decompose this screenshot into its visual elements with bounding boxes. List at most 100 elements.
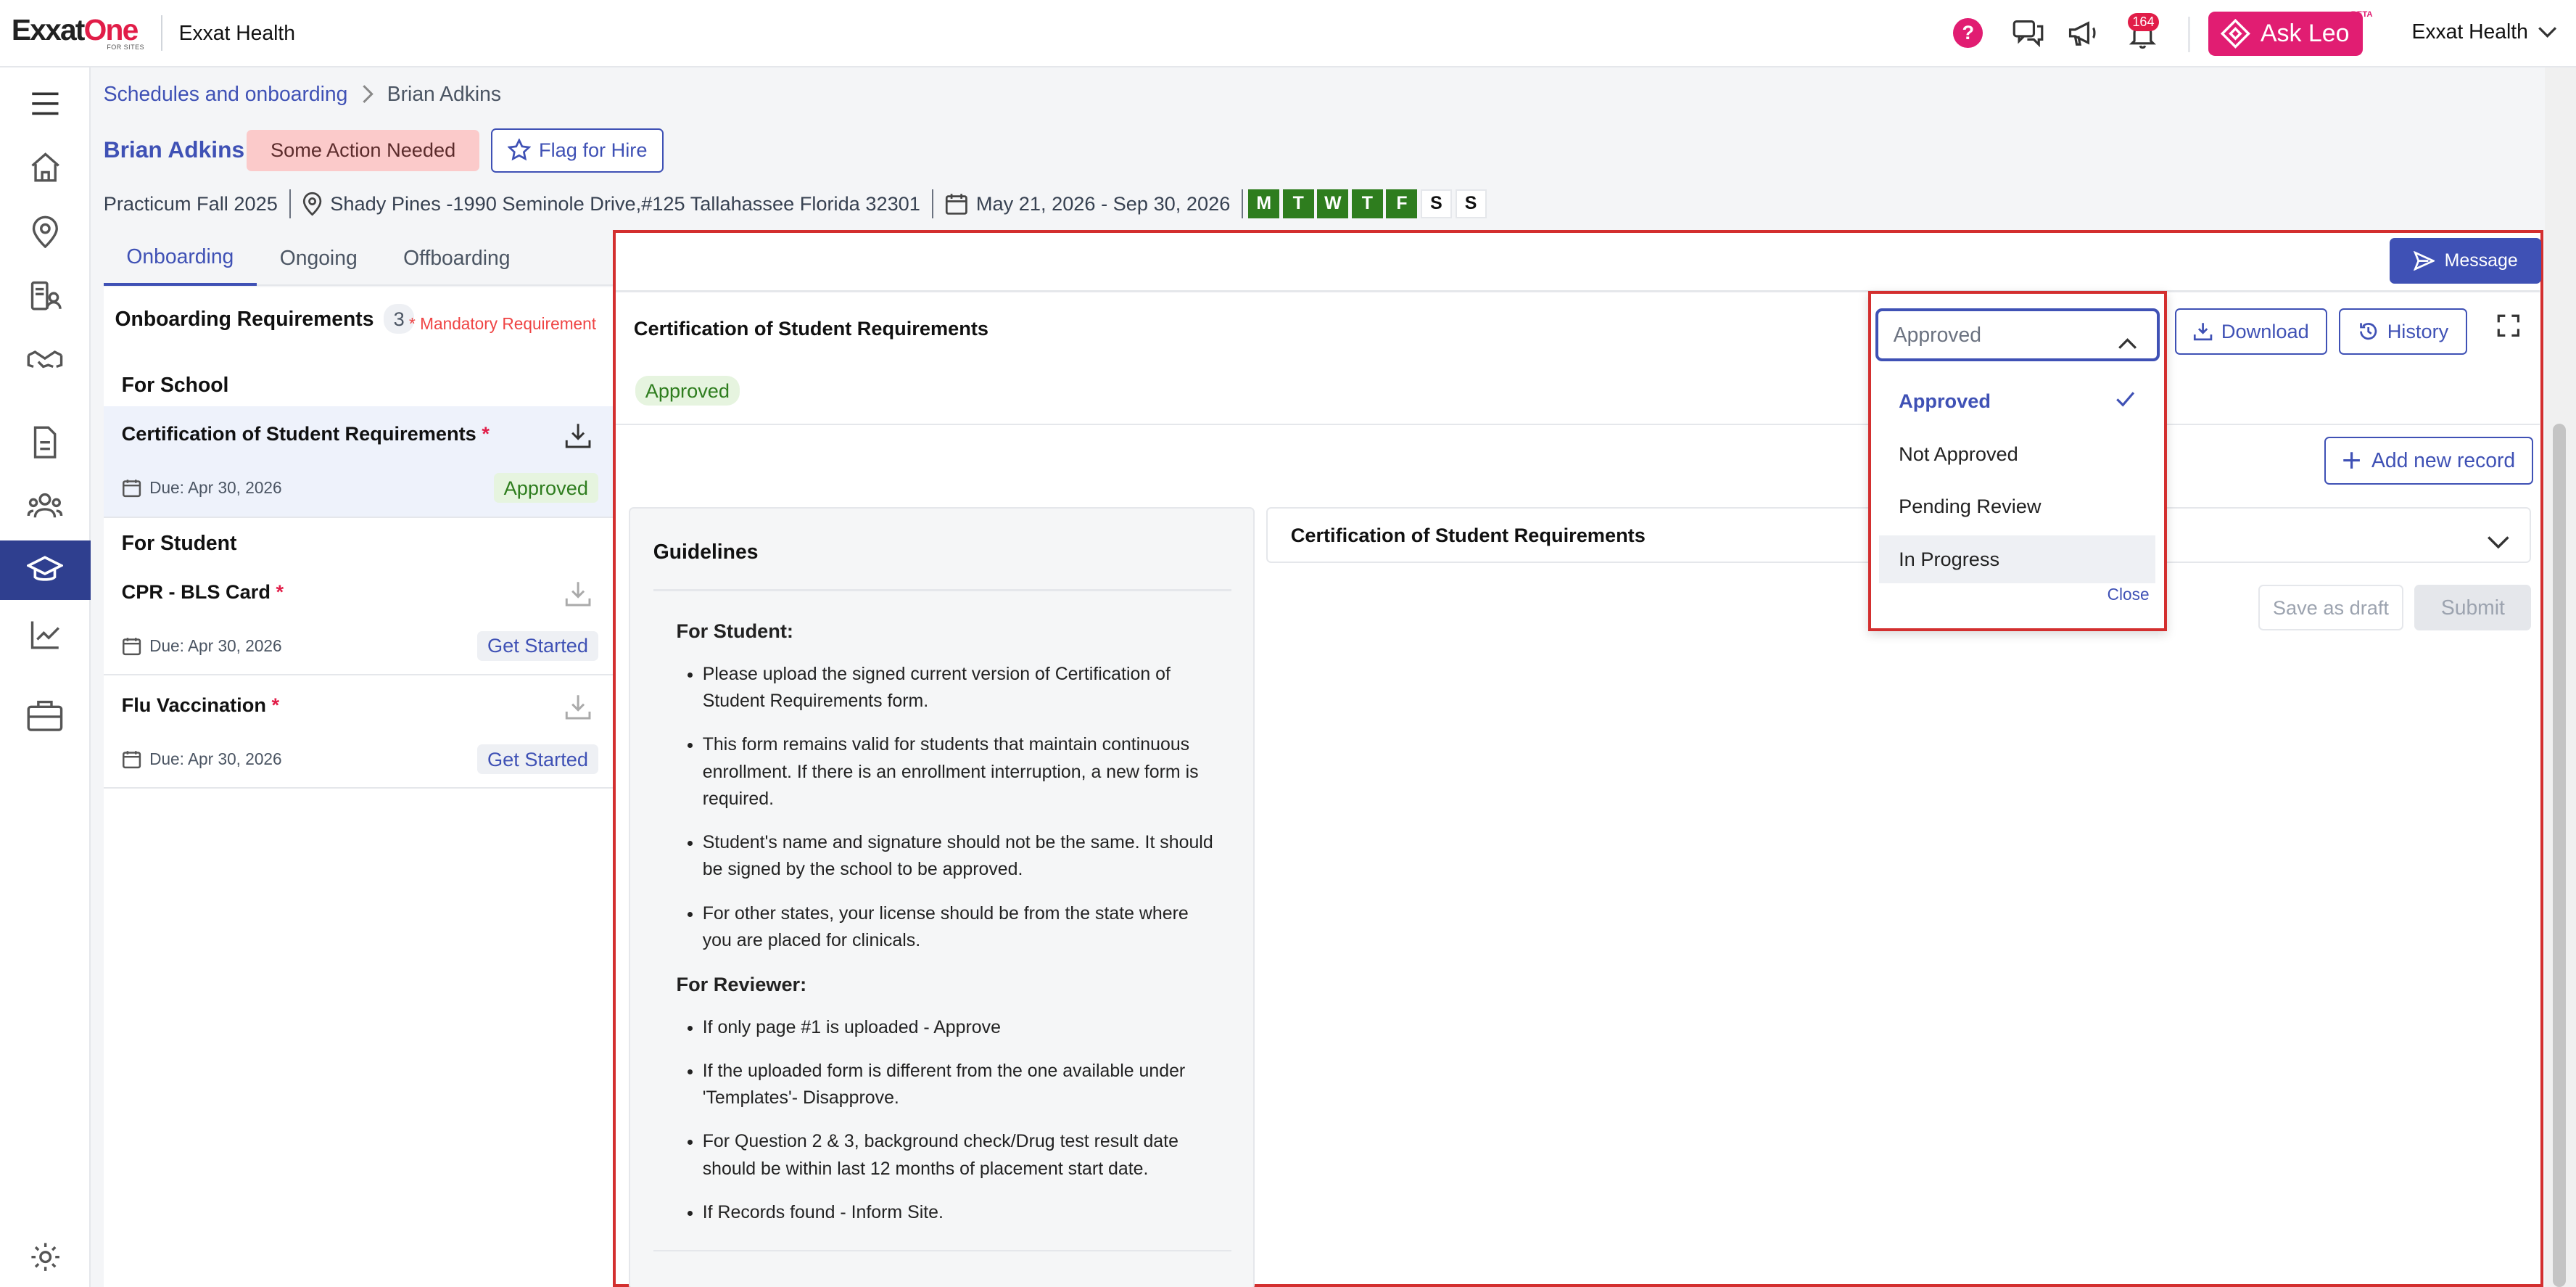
- download-icon: [2194, 323, 2213, 341]
- message-button[interactable]: Message: [2390, 237, 2541, 284]
- guideline-item: Student's name and signature should not …: [703, 829, 1218, 884]
- get-started-button[interactable]: Get Started: [477, 630, 598, 661]
- breadcrumb-current: Brian Adkins: [387, 82, 502, 106]
- requirement-item[interactable]: Flu Vaccination * Due: Apr 30, 2026 Get …: [103, 677, 613, 789]
- handshake-icon[interactable]: [0, 330, 91, 390]
- reviewer-guidelines-list: If only page #1 is uploaded - Approve If…: [676, 1014, 1218, 1226]
- get-started-button[interactable]: Get Started: [477, 744, 598, 775]
- requirements-panel: Onboarding Requirements 3 * Mandatory Re…: [103, 287, 613, 1287]
- add-new-record-button[interactable]: Add new record: [2324, 437, 2533, 485]
- chevron-up-icon[interactable]: [2118, 326, 2137, 357]
- requirement-name: Flu Vaccination *: [121, 693, 280, 716]
- group-title-school: For School: [121, 373, 229, 397]
- flag-for-hire-button[interactable]: Flag for Hire: [491, 128, 664, 173]
- divider: [653, 1250, 1232, 1252]
- status-option-not-approved[interactable]: Not Approved: [1879, 430, 2155, 478]
- download-icon[interactable]: [565, 694, 591, 726]
- status-option-approved[interactable]: Approved: [1879, 377, 2155, 425]
- calendar-icon: [122, 751, 141, 769]
- user-menu[interactable]: Exxat Health: [2411, 20, 2557, 44]
- left-nav-rail: [0, 67, 91, 1287]
- download-label: Download: [2221, 320, 2309, 343]
- schedule-day-chip: T: [1351, 189, 1383, 219]
- message-label: Message: [2444, 250, 2518, 271]
- schedule-day-chip: S: [1420, 189, 1452, 219]
- megaphone-icon[interactable]: [2067, 17, 2100, 49]
- term-label: Practicum Fall 2025: [103, 192, 278, 215]
- requirement-name: CPR - BLS Card *: [121, 580, 284, 603]
- status-select-value: Approved: [1893, 323, 1981, 347]
- divider: [615, 423, 2540, 426]
- schedule-day-chip: F: [1386, 189, 1418, 219]
- requirement-title: Certification of Student Requirements: [633, 316, 988, 340]
- requirement-detail-panel: Message Certification of Student Require…: [612, 230, 2543, 1287]
- check-icon: [2116, 391, 2135, 407]
- breadcrumb-schedules-link[interactable]: Schedules and onboarding: [104, 82, 348, 106]
- people-icon[interactable]: [0, 477, 91, 536]
- requirement-name: Certification of Student Requirements *: [121, 422, 490, 445]
- exxat-one-logo[interactable]: ExxatOne FOR SITES: [12, 15, 144, 52]
- user-list-icon[interactable]: [0, 266, 91, 326]
- guideline-item: This form remains valid for students tha…: [703, 731, 1218, 813]
- status-dropdown: Approved Approved Not Approved Pending R…: [1867, 290, 2167, 631]
- send-icon: [2413, 251, 2435, 271]
- guideline-item: For Question 2 & 3, background check/Dru…: [703, 1128, 1218, 1183]
- status-option-pending-review[interactable]: Pending Review: [1879, 482, 2155, 530]
- chevron-down-icon[interactable]: [2487, 525, 2510, 556]
- graduation-cap-icon[interactable]: [0, 540, 91, 600]
- status-option-in-progress[interactable]: In Progress: [1878, 535, 2155, 583]
- dropdown-close-link[interactable]: Close: [2108, 585, 2150, 604]
- meta-divider: [931, 189, 934, 219]
- chevron-down-icon: [2538, 26, 2557, 38]
- student-name: Brian Adkins: [103, 136, 245, 163]
- ask-leo-label: Ask Leo: [2260, 19, 2350, 47]
- save-as-draft-button[interactable]: Save as draft: [2258, 584, 2403, 631]
- menu-icon[interactable]: [0, 74, 91, 133]
- guideline-item: If the uploaded form is different from t…: [703, 1058, 1218, 1112]
- help-icon[interactable]: ?: [1953, 17, 1983, 48]
- schedule-day-chip: S: [1455, 189, 1487, 219]
- location-pin-icon: [302, 192, 322, 216]
- reviewer-guidelines-heading: For Reviewer:: [676, 972, 807, 995]
- briefcase-icon[interactable]: [0, 686, 91, 745]
- document-icon[interactable]: [0, 413, 91, 472]
- calendar-icon: [945, 194, 967, 215]
- placement-dates: May 21, 2026 - Sep 30, 2026: [975, 192, 1231, 215]
- guidelines-panel: Guidelines For Student: Please upload th…: [629, 507, 1255, 1287]
- scrollbar-thumb[interactable]: [2553, 424, 2567, 1287]
- logo-divider: [160, 15, 162, 52]
- schedule-day-chip: M: [1248, 189, 1280, 219]
- student-guidelines-list: Please upload the signed current version…: [676, 661, 1218, 954]
- chat-icon[interactable]: [2012, 17, 2045, 49]
- requirements-heading: Onboarding Requirements 3: [115, 304, 415, 334]
- history-button[interactable]: History: [2339, 308, 2467, 355]
- requirement-due: Due: Apr 30, 2026: [122, 749, 282, 769]
- meta-divider: [1242, 189, 1244, 219]
- home-icon[interactable]: [0, 138, 91, 197]
- ask-leo-button[interactable]: Ask Leo: [2208, 11, 2363, 56]
- submit-button[interactable]: Submit: [2414, 584, 2532, 631]
- download-button[interactable]: Download: [2174, 308, 2328, 355]
- calendar-icon: [122, 480, 141, 498]
- tab-onboarding[interactable]: Onboarding: [103, 230, 257, 287]
- requirement-status-badge: Approved: [635, 376, 740, 406]
- student-guidelines-heading: For Student:: [676, 619, 793, 642]
- location-pin-icon[interactable]: [0, 202, 91, 262]
- accordion-title: Certification of Student Requirements: [1290, 523, 1646, 546]
- tab-offboarding[interactable]: Offboarding: [380, 230, 533, 286]
- schedule-day-chip: T: [1282, 189, 1314, 219]
- guideline-item: Please upload the signed current version…: [703, 661, 1218, 715]
- tab-ongoing[interactable]: Ongoing: [257, 230, 380, 286]
- chart-trend-icon[interactable]: [0, 605, 91, 665]
- status-select[interactable]: Approved: [1875, 308, 2160, 361]
- download-icon[interactable]: [565, 422, 591, 455]
- gear-icon[interactable]: [0, 1228, 91, 1287]
- requirement-item[interactable]: CPR - BLS Card * Due: Apr 30, 2026 Get S…: [103, 564, 613, 676]
- requirements-heading-label: Onboarding Requirements: [115, 307, 374, 331]
- site-address: Shady Pines -1990 Seminole Drive,#125 Ta…: [330, 192, 920, 215]
- chevron-right-icon: [362, 85, 373, 104]
- divider: [615, 290, 2540, 292]
- expand-icon[interactable]: [2497, 313, 2520, 344]
- requirement-item[interactable]: Certification of Student Requirements * …: [103, 406, 613, 518]
- download-icon[interactable]: [565, 580, 591, 613]
